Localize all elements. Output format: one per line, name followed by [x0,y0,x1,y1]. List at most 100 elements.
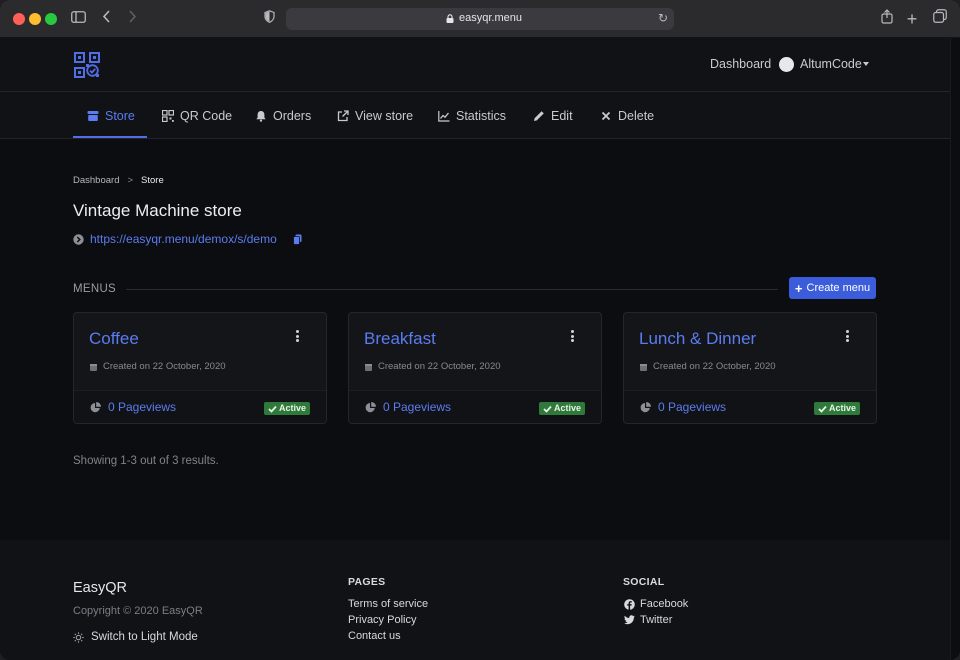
reload-icon[interactable]: ↻ [658,11,668,25]
pageviews-link[interactable]: 0 Pageviews [90,400,176,414]
pages-heading: PAGES [348,576,386,588]
tab-overview-icon[interactable] [932,9,948,29]
dashboard-link[interactable]: Dashboard [710,57,771,71]
footer-brand: EasyQR [73,580,127,596]
status-badge-label: Active [279,403,307,413]
breadcrumb-current: Store [141,175,164,186]
check-icon [818,405,827,413]
more-options-icon[interactable] [296,330,300,344]
breadcrumb-separator: > [127,175,134,186]
store-url-link[interactable]: https://easyqr.menu/demox/s/demo [90,232,277,246]
pencil-icon [534,111,544,121]
main-content: Dashboard > Store Vintage Machine store … [0,139,950,540]
browser-toolbar: easyqr.menu ↻ + [0,0,960,38]
status-badge: Active [264,402,311,415]
tab-delete-label: Delete [618,109,655,123]
tab-orders-label: Orders [273,109,312,123]
calendar-icon [90,363,97,371]
status-badge: Active [539,402,586,415]
menu-card-date-text: Created on 22 October, 2020 [103,361,226,372]
contact-link-label: Contact us [348,630,401,642]
terms-link[interactable]: Terms of service [348,598,428,610]
tab-statistics[interactable]: Statistics [438,107,506,125]
zoom-window-button[interactable] [45,13,57,25]
tab-delete[interactable]: Delete [600,107,654,125]
pageviews-link[interactable]: 0 Pageviews [640,400,726,414]
page-title: Vintage Machine store [73,201,242,220]
menu-card-date-text: Created on 22 October, 2020 [653,361,776,372]
twitter-link-label: Twitter [640,614,673,626]
pageviews-label: 0 Pageviews [108,400,177,414]
share-icon[interactable] [880,9,894,29]
calendar-icon [640,363,647,371]
more-options-icon[interactable] [571,330,575,344]
theme-toggle-label: Switch to Light Mode [91,631,198,643]
tab-statistics-label: Statistics [456,109,507,123]
sun-icon [73,631,84,643]
theme-toggle[interactable]: Switch to Light Mode [73,631,198,643]
menu-card-title[interactable]: Breakfast [364,329,436,349]
menu-card-footer: 0 Pageviews Active [624,390,876,423]
menu-card-date-text: Created on 22 October, 2020 [378,361,501,372]
menu-card-footer: 0 Pageviews Active [74,390,326,423]
terms-link-label: Terms of service [348,598,429,610]
section-divider [126,289,778,290]
plus-icon: + [794,280,803,296]
store-nav: Store QR Code Orders View store Statisti… [0,92,950,139]
store-url-row: https://easyqr.menu/demox/s/demo [73,232,302,246]
tab-store-label: Store [105,109,135,123]
privacy-shield-icon[interactable] [262,9,276,29]
menu-card-breakfast: Breakfast Created on 22 October, 2020 0 … [348,312,602,424]
avatar[interactable] [779,57,794,72]
create-menu-button[interactable]: + Create menu [789,277,876,299]
tab-orders[interactable]: Orders [255,107,311,125]
forward-icon[interactable] [126,9,138,29]
facebook-icon [624,598,635,610]
chevron-down-icon[interactable] [863,62,869,66]
page-edge [950,38,960,660]
sidebar-toggle-icon[interactable] [70,9,86,29]
contact-link[interactable]: Contact us [348,630,401,642]
menu-card-date: Created on 22 October, 2020 [640,361,776,372]
tab-edit-label: Edit [551,109,573,123]
pageviews-link[interactable]: 0 Pageviews [365,400,451,414]
more-options-icon[interactable] [846,330,850,344]
qr-logo-icon[interactable] [74,52,100,78]
social-heading: SOCIAL [623,576,665,588]
new-tab-icon[interactable]: + [905,9,919,29]
close-icon [601,111,611,121]
menu-card-title[interactable]: Coffee [89,329,139,349]
address-bar[interactable]: easyqr.menu ↻ [286,8,674,30]
privacy-link[interactable]: Privacy Policy [348,614,416,626]
check-icon [268,405,277,413]
tab-qr-code[interactable]: QR Code [162,107,232,125]
close-window-button[interactable] [13,13,25,25]
browser-window: easyqr.menu ↻ + Dashboard AltumCode Stor… [0,0,960,660]
minimize-window-button[interactable] [29,13,41,25]
menu-card-lunch-dinner: Lunch & Dinner Created on 22 October, 20… [623,312,877,424]
menu-card-date: Created on 22 October, 2020 [90,361,226,372]
bell-icon [256,111,266,122]
tab-store[interactable]: Store [87,107,135,125]
pie-chart-icon [90,401,101,412]
tab-edit[interactable]: Edit [533,107,573,125]
status-badge-label: Active [554,403,582,413]
address-url: easyqr.menu [459,12,522,24]
breadcrumb-dashboard[interactable]: Dashboard [73,175,119,186]
tab-view-store[interactable]: View store [337,107,413,125]
back-icon[interactable] [100,9,112,29]
menus-section-label: MENUS [73,283,117,295]
copy-icon[interactable] [292,234,302,245]
facebook-link-label: Facebook [640,598,689,610]
menu-card-title[interactable]: Lunch & Dinner [639,329,756,349]
facebook-link[interactable]: Facebook [624,598,688,610]
twitter-link[interactable]: Twitter [624,614,672,626]
app-header: Dashboard AltumCode [0,38,950,92]
pie-chart-icon [365,401,376,412]
active-tab-indicator [73,136,147,138]
results-count: Showing 1-3 out of 3 results. [73,455,219,467]
status-badge: Active [814,402,861,415]
site-footer: EasyQR Copyright © 2020 EasyQR Switch to… [0,540,950,660]
user-menu[interactable]: AltumCode [800,57,862,71]
privacy-link-label: Privacy Policy [348,614,417,626]
